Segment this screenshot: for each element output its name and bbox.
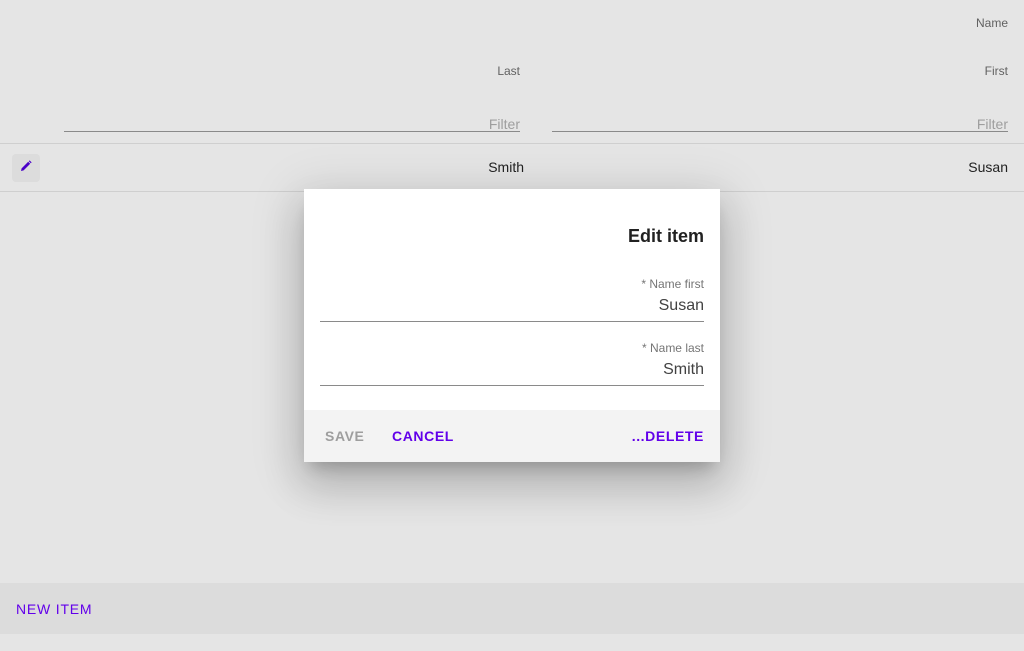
filter-first-input[interactable]: Filter bbox=[552, 110, 1008, 132]
edit-item-dialog: Edit item * Name first Susan * Name last… bbox=[304, 189, 720, 462]
filter-first-placeholder: Filter bbox=[976, 116, 1008, 132]
delete-button[interactable]: ...DELETE bbox=[632, 428, 704, 444]
cancel-button[interactable]: CANCEL bbox=[392, 428, 454, 444]
pencil-icon bbox=[20, 159, 32, 177]
name-first-value[interactable]: Susan bbox=[659, 297, 704, 315]
name-first-field[interactable]: * Name first Susan bbox=[320, 275, 704, 322]
footer-bar: NEW ITEM bbox=[0, 583, 1024, 634]
name-last-label: * Name last bbox=[641, 341, 704, 355]
dialog-title: Edit item bbox=[627, 226, 704, 246]
dialog-actions: SAVE CANCEL ...DELETE bbox=[304, 410, 720, 462]
name-last-value[interactable]: Smith bbox=[663, 361, 704, 379]
filter-last-placeholder: Filter bbox=[488, 116, 520, 132]
name-first-underline bbox=[320, 321, 704, 322]
filter-last-input[interactable]: Filter bbox=[64, 110, 520, 132]
name-first-label: * Name first bbox=[641, 277, 704, 291]
new-item-button[interactable]: NEW ITEM bbox=[16, 601, 92, 617]
column-group-header-name: Name bbox=[975, 16, 1008, 30]
cell-first-name: Susan bbox=[968, 159, 1008, 175]
edit-row-button[interactable] bbox=[12, 154, 40, 182]
cell-last-name: Smith bbox=[488, 159, 524, 175]
save-button[interactable]: SAVE bbox=[325, 428, 365, 444]
column-header-last[interactable]: Last bbox=[497, 64, 520, 78]
table-row: Smith Susan bbox=[0, 144, 1024, 191]
name-last-field[interactable]: * Name last Smith bbox=[320, 339, 704, 386]
name-last-underline bbox=[320, 385, 704, 386]
column-header-first[interactable]: First bbox=[985, 64, 1008, 78]
